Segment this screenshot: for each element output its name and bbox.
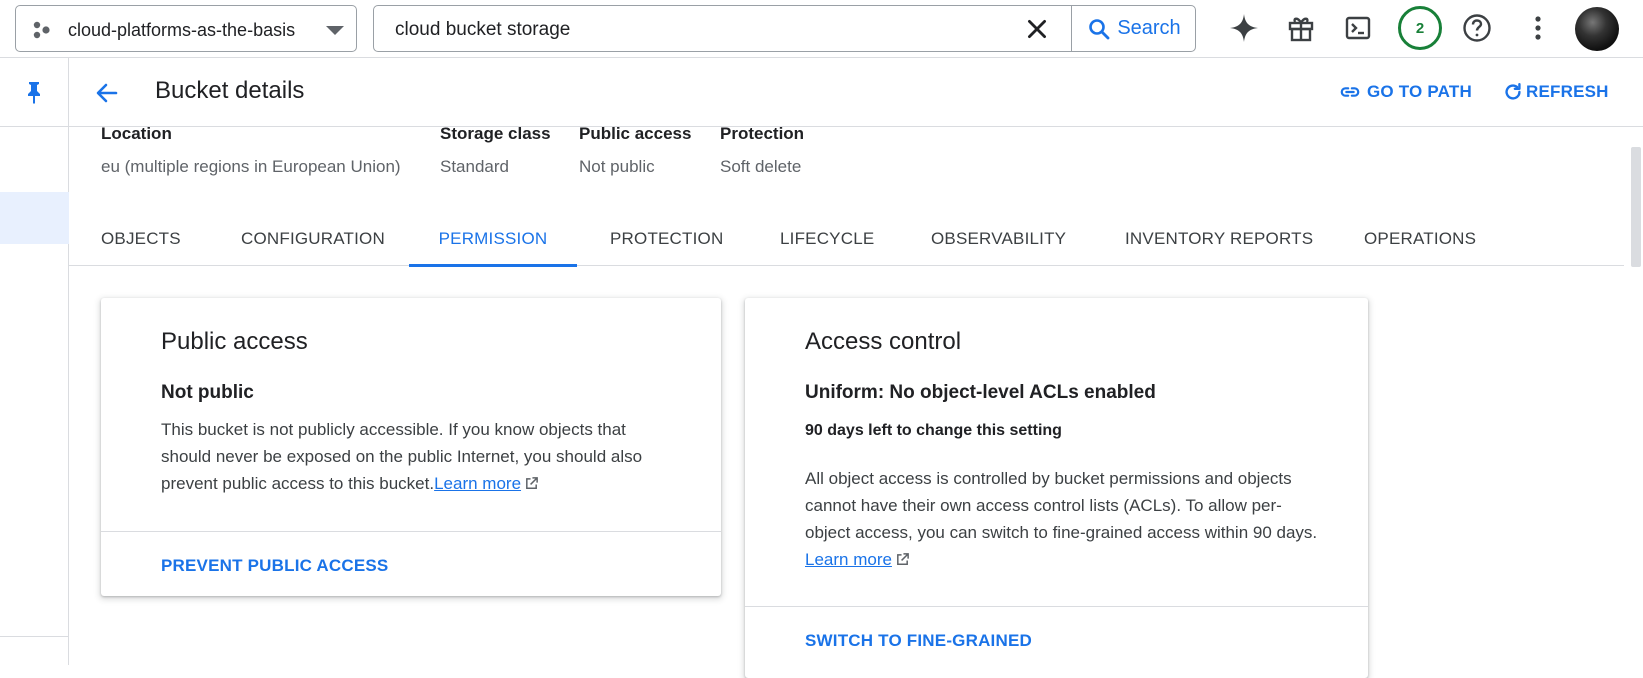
switch-to-fine-grained-button[interactable]: SWITCH TO FINE-GRAINED <box>805 631 1032 651</box>
left-rail <box>0 58 69 665</box>
days-left-notice: 90 days left to change this setting <box>805 422 1062 439</box>
public-access-description: This bucket is not publicly accessible. … <box>161 416 701 497</box>
tab-configuration[interactable]: CONFIGURATION <box>241 212 385 266</box>
project-name: cloud-platforms-as-the-basis <box>68 20 296 40</box>
access-control-description: All object access is controlled by bucke… <box>805 465 1365 573</box>
tab-objects[interactable]: OBJECTS <box>101 212 181 266</box>
tab-bar: OBJECTS CONFIGURATION PERMISSION PROTECT… <box>69 212 1624 267</box>
summary-label: Public access <box>579 124 692 143</box>
refresh-icon <box>1505 83 1521 100</box>
top-bar: cloud-platforms-as-the-basis Search <box>0 0 1643 58</box>
summary-protection: Protection Soft delete <box>720 124 804 177</box>
card-title: Access control <box>805 328 962 355</box>
tab-inventory-reports[interactable]: INVENTORY REPORTS <box>1125 212 1313 266</box>
description-line: cannot have their own access control lis… <box>805 496 1282 515</box>
rail-item-active[interactable] <box>0 192 69 244</box>
tab-lifecycle[interactable]: LIFECYCLE <box>780 212 874 266</box>
tab-permission[interactable]: PERMISSION <box>409 212 577 267</box>
search-button[interactable]: Search <box>1071 6 1196 51</box>
cloud-shell-icon[interactable] <box>1340 10 1376 46</box>
public-access-card: Public access Not public This bucket is … <box>101 298 721 596</box>
page-title: Bucket details <box>155 77 305 104</box>
vertical-scrollbar[interactable] <box>1624 127 1643 665</box>
summary-value: Not public <box>579 157 655 176</box>
description-line: should never be exposed on the public In… <box>161 447 643 466</box>
summary-value: eu (multiple regions in European Union) <box>101 157 401 176</box>
summary-label: Location <box>101 124 172 143</box>
tab-permission-label: PERMISSION <box>438 229 548 248</box>
rail-divider <box>0 636 69 637</box>
search-icon <box>1089 18 1110 39</box>
card-title: Public access <box>161 328 308 355</box>
gemini-sparkle-icon[interactable] <box>1226 10 1262 46</box>
summary-value: Standard <box>440 157 509 176</box>
pin-icon[interactable] <box>24 80 44 104</box>
go-to-path-button[interactable]: GO TO PATH <box>1339 81 1472 103</box>
summary-value: Soft delete <box>720 157 802 176</box>
tab-operations[interactable]: OPERATIONS <box>1364 212 1476 266</box>
search-bar: Search <box>373 5 1196 52</box>
tab-observability[interactable]: OBSERVABILITY <box>931 212 1066 266</box>
access-control-card: Access control Uniform: No object-level … <box>745 298 1368 678</box>
link-icon <box>1340 87 1360 97</box>
summary-label: Storage class <box>440 124 551 143</box>
description-line: Learn more <box>805 546 1365 573</box>
description-line: object access, you can switch to fine-gr… <box>805 523 1318 542</box>
refresh-label: REFRESH <box>1526 82 1609 101</box>
summary-location: Location eu (multiple regions in Europea… <box>101 124 401 177</box>
page-header: Bucket details GO TO PATH REFRESH <box>69 58 1643 127</box>
back-arrow-icon[interactable] <box>94 80 120 106</box>
rail-divider <box>0 126 69 127</box>
card-divider <box>101 531 721 532</box>
close-icon[interactable] <box>1024 16 1050 42</box>
scrollbar-thumb[interactable] <box>1631 147 1641 267</box>
refresh-button[interactable]: REFRESH <box>1502 81 1609 103</box>
description-line: This bucket is not publicly accessible. … <box>161 420 626 439</box>
public-access-status: Not public <box>161 382 254 403</box>
active-tab-indicator <box>409 264 577 267</box>
go-to-path-label: GO TO PATH <box>1367 82 1472 101</box>
project-selector[interactable]: cloud-platforms-as-the-basis <box>15 5 357 52</box>
summary-storage-class: Storage class Standard <box>440 124 551 177</box>
notifications-badge[interactable]: 2 <box>1398 6 1442 50</box>
description-text: prevent public access to this bucket. <box>161 474 435 493</box>
card-divider <box>745 606 1368 607</box>
description-line: prevent public access to this bucket.Lea… <box>161 470 701 497</box>
more-vert-icon[interactable] <box>1520 10 1556 46</box>
project-icon <box>33 21 50 39</box>
learn-more-link[interactable]: Learn more <box>805 550 892 569</box>
tab-protection[interactable]: PROTECTION <box>610 212 723 266</box>
prevent-public-access-button[interactable]: PREVENT PUBLIC ACCESS <box>161 556 388 576</box>
gift-icon[interactable] <box>1283 10 1319 46</box>
learn-more-link[interactable]: Learn more <box>434 474 521 493</box>
help-icon[interactable] <box>1459 10 1495 46</box>
chevron-down-icon <box>326 26 344 35</box>
external-link-icon <box>897 553 909 565</box>
summary-label: Protection <box>720 124 805 143</box>
search-input[interactable] <box>395 19 975 41</box>
external-link-icon <box>526 477 538 489</box>
search-button-label: Search <box>1117 17 1181 39</box>
access-control-status: Uniform: No object-level ACLs enabled <box>805 382 1156 403</box>
summary-public-access: Public access Not public <box>579 124 691 177</box>
avatar[interactable] <box>1575 7 1619 51</box>
description-line: All object access is controlled by bucke… <box>805 469 1292 488</box>
